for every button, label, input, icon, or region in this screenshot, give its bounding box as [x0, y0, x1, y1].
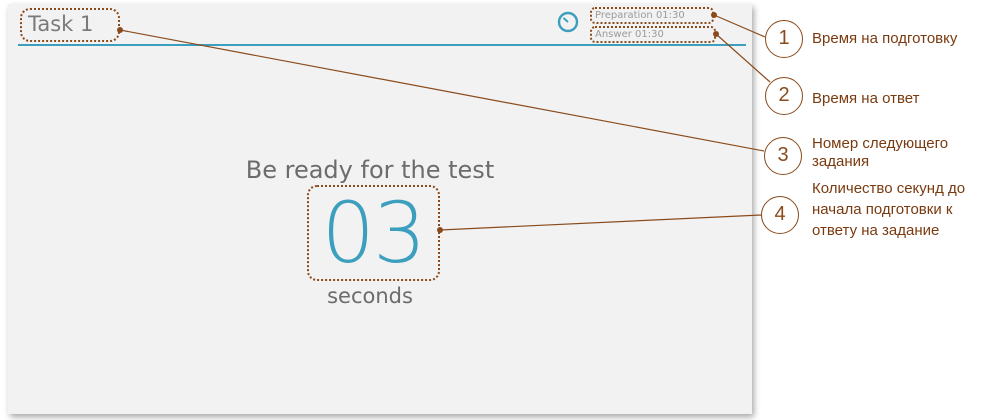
annotation-number-1: 1: [765, 20, 803, 58]
clock-icon: [557, 11, 579, 33]
annotation-text-1: Время на подготовку: [812, 30, 958, 47]
annotated-screenshot: Task 1 Preparation 01:30 Answer 01:30 Be…: [0, 0, 1004, 420]
header-divider: [18, 44, 746, 46]
annotation-text-4-line-3: ответу на задание: [812, 222, 940, 239]
callout-box-task: [20, 8, 120, 42]
callout-box-preparation: [590, 7, 714, 24]
annotation-text-4-line-2: начала подготовки к: [812, 201, 953, 218]
annotation-number-3: 3: [764, 137, 802, 175]
callout-box-countdown: [307, 185, 440, 281]
annotation-number-2: 2: [765, 77, 803, 115]
ready-message: Be ready for the test: [245, 156, 495, 184]
seconds-label: seconds: [327, 284, 413, 308]
callout-box-answer: [590, 26, 716, 43]
annotation-text-3-line-1: Номер следующего: [812, 135, 949, 152]
annotation-text-4: Количество секунд до начала подготовки к…: [812, 178, 965, 241]
annotation-text-3: Номер следующего задания: [812, 135, 948, 171]
annotation-number-4: 4: [761, 196, 799, 234]
annotation-text-4-line-1: Количество секунд до: [812, 180, 966, 197]
annotation-text-2: Время на ответ: [812, 90, 920, 107]
annotation-text-3-line-2: задания: [812, 153, 870, 170]
